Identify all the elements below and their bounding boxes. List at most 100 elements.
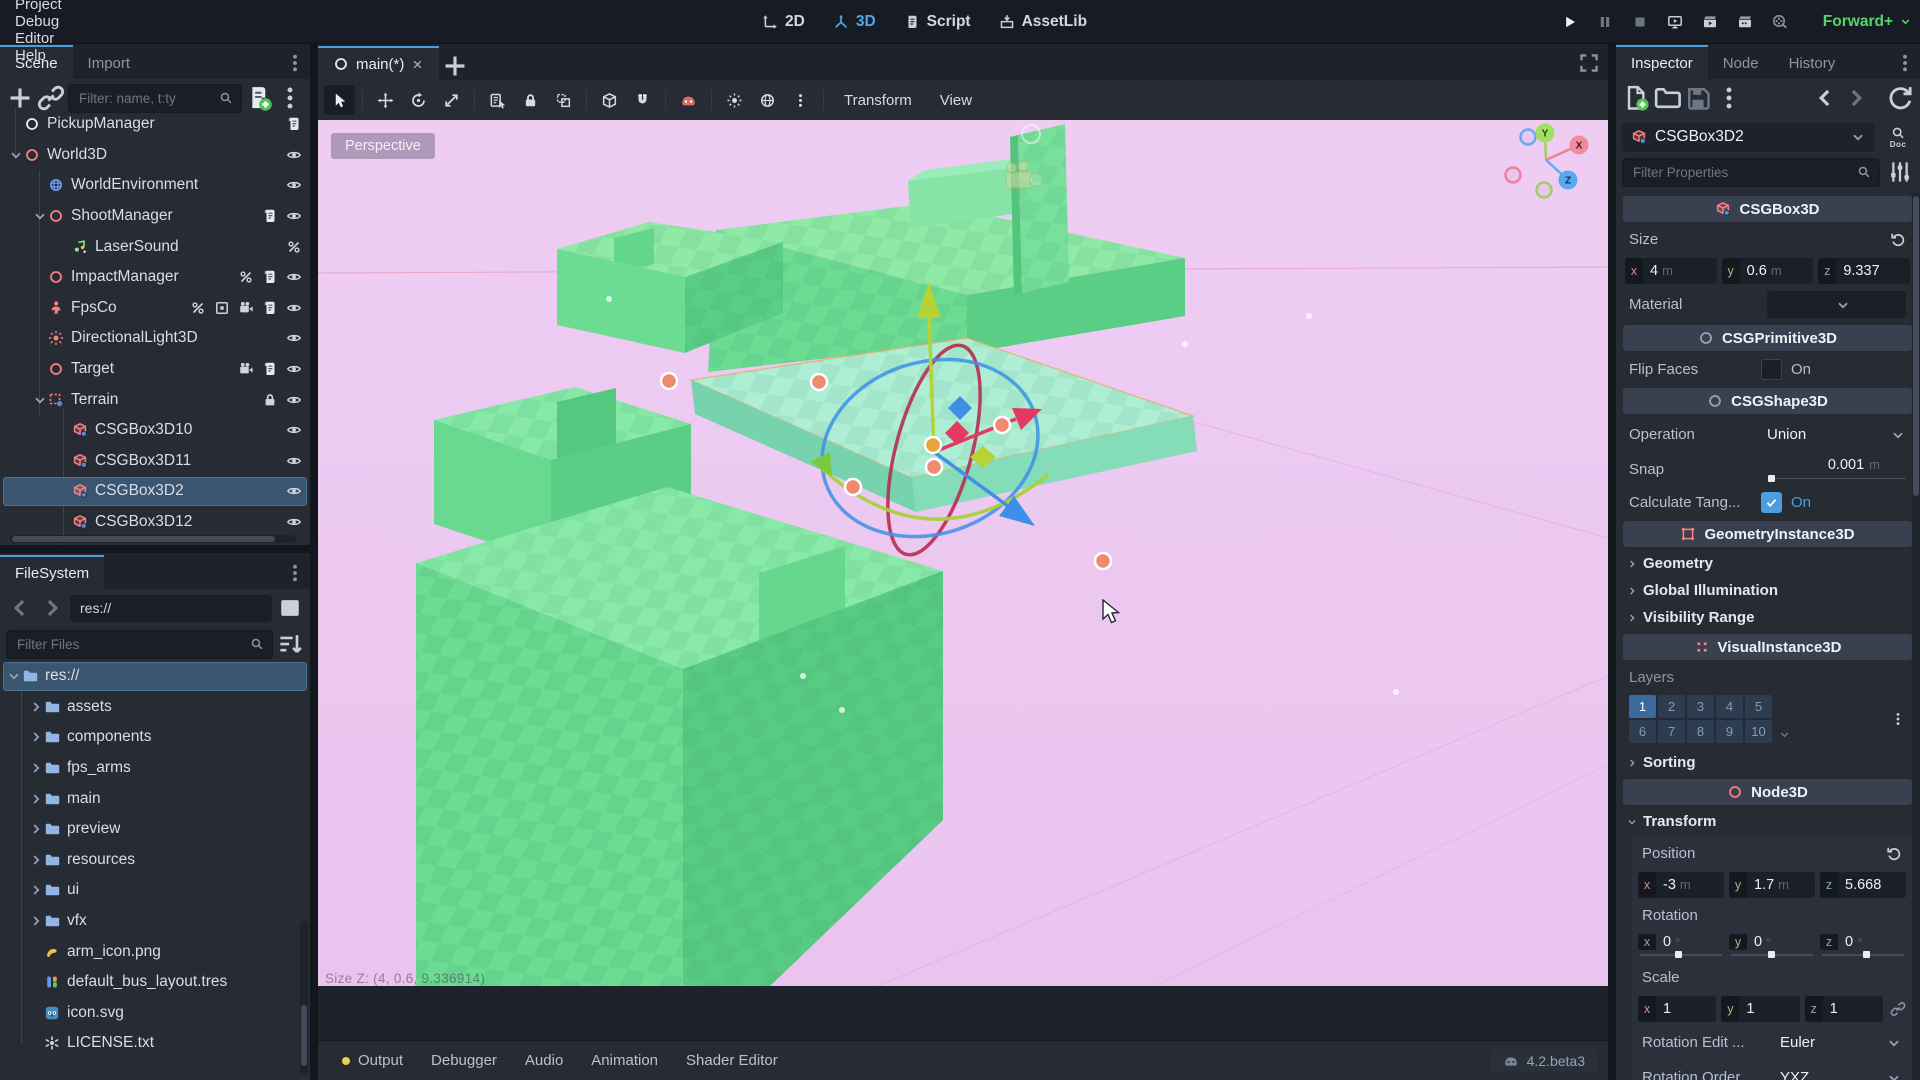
current-path[interactable]: res:// bbox=[70, 594, 272, 622]
scene-node-DirectionalLight3D[interactable]: DirectionalLight3D bbox=[0, 323, 310, 354]
layer-4[interactable]: 4 bbox=[1716, 695, 1743, 718]
tab-history[interactable]: History bbox=[1774, 45, 1851, 79]
script-badge-icon[interactable] bbox=[262, 300, 278, 316]
script-badge-icon[interactable] bbox=[262, 361, 278, 377]
file-item-res[interactable]: res:// bbox=[0, 661, 310, 692]
close-icon[interactable] bbox=[411, 58, 424, 71]
rotate-tool[interactable] bbox=[403, 85, 434, 115]
snap-toggle[interactable] bbox=[627, 85, 658, 115]
scene-node-Terrain[interactable]: Terrain bbox=[0, 384, 310, 415]
menu-project[interactable]: Project bbox=[0, 0, 77, 13]
pause-button[interactable] bbox=[1591, 8, 1618, 35]
field-z[interactable]: z1 bbox=[1804, 995, 1883, 1022]
file-item-preview[interactable]: preview bbox=[0, 814, 310, 845]
eye-badge-icon[interactable] bbox=[286, 330, 302, 346]
viewport-menu-view[interactable]: View bbox=[927, 92, 985, 109]
script-badge-icon[interactable] bbox=[262, 269, 278, 285]
workspace-3d[interactable]: 3D bbox=[823, 8, 886, 36]
open-docs-button[interactable]: Doc bbox=[1882, 126, 1914, 149]
group-global-illumination[interactable]: Global Illumination bbox=[1623, 577, 1912, 604]
eye-badge-icon[interactable] bbox=[286, 392, 302, 408]
field-z[interactable]: z 0 ° bbox=[1820, 934, 1906, 959]
movie-maker-button[interactable] bbox=[1766, 8, 1793, 35]
layer-8[interactable]: 8 bbox=[1687, 720, 1714, 743]
inspector-filter-input[interactable] bbox=[1631, 163, 1851, 181]
preview-sun[interactable] bbox=[719, 85, 750, 115]
projection-menu[interactable]: Perspective bbox=[331, 133, 435, 159]
file-item-vfx[interactable]: vfx bbox=[0, 906, 310, 937]
menu-help[interactable]: Help bbox=[0, 47, 77, 64]
bottom-tab-shader-editor[interactable]: Shader Editor bbox=[672, 1052, 792, 1069]
collapse-icon[interactable] bbox=[6, 668, 22, 684]
file-item-components[interactable]: components bbox=[0, 722, 310, 753]
renderer-select[interactable]: Forward+ bbox=[1823, 0, 1912, 43]
revert-icon[interactable] bbox=[1890, 232, 1906, 248]
preview-environment[interactable] bbox=[752, 85, 783, 115]
group-tool[interactable] bbox=[548, 85, 579, 115]
play-button[interactable] bbox=[1556, 8, 1583, 35]
eye-badge-icon[interactable] bbox=[286, 147, 302, 163]
group-visibility-range[interactable]: Visibility Range bbox=[1623, 604, 1912, 631]
expand-icon[interactable] bbox=[28, 821, 44, 837]
bottom-tab-output[interactable]: Output bbox=[328, 1052, 417, 1069]
eye-badge-icon[interactable] bbox=[286, 208, 302, 224]
percent-badge-icon[interactable] bbox=[190, 300, 206, 316]
scene-node-FpsCo[interactable]: FpsCo bbox=[0, 293, 310, 324]
edit-forward-icon[interactable] bbox=[1842, 84, 1870, 112]
play-scene-button[interactable] bbox=[1696, 8, 1723, 35]
local-space-toggle[interactable] bbox=[594, 85, 625, 115]
dropdown-rotation-edit-[interactable]: Euler bbox=[1780, 1029, 1902, 1056]
scene-node-PickupManager[interactable]: PickupManager bbox=[0, 109, 310, 140]
link-scale-icon[interactable] bbox=[1890, 1001, 1906, 1017]
checkbox[interactable] bbox=[1761, 359, 1782, 380]
layers-options-icon[interactable] bbox=[1890, 711, 1906, 727]
eye-badge-icon[interactable] bbox=[286, 361, 302, 377]
new-resource-icon[interactable] bbox=[1622, 84, 1650, 112]
instance-badge-icon[interactable] bbox=[214, 300, 230, 316]
scene-tree-hscrollbar[interactable] bbox=[10, 535, 296, 543]
expand-icon[interactable] bbox=[28, 852, 44, 868]
file-item-resources[interactable]: resources bbox=[0, 845, 310, 876]
property-tools-icon[interactable] bbox=[1886, 158, 1914, 186]
field-x[interactable]: x 0 ° bbox=[1638, 934, 1724, 959]
resource-options-icon[interactable] bbox=[1715, 84, 1743, 112]
layer-6[interactable]: 6 bbox=[1629, 720, 1656, 743]
tab-main-scene[interactable]: main(*) bbox=[318, 46, 440, 80]
inspector-vscrollbar[interactable] bbox=[1912, 193, 1920, 1080]
group-transform[interactable]: Transform bbox=[1623, 808, 1912, 835]
eye-badge-icon[interactable] bbox=[286, 177, 302, 193]
camera-badge-icon[interactable] bbox=[238, 361, 254, 377]
layer-5[interactable]: 5 bbox=[1745, 695, 1772, 718]
edit-back-icon[interactable] bbox=[1811, 84, 1839, 112]
workspace-script[interactable]: Script bbox=[894, 8, 981, 36]
bottom-tab-animation[interactable]: Animation bbox=[577, 1052, 672, 1069]
filesystem-vscrollbar[interactable] bbox=[300, 921, 308, 1074]
revert-icon[interactable] bbox=[1886, 846, 1902, 862]
dropdown-operation[interactable]: Union bbox=[1767, 421, 1906, 448]
camera-override[interactable] bbox=[673, 85, 704, 115]
instance-scene-button[interactable] bbox=[37, 84, 65, 112]
dock-options-icon[interactable] bbox=[284, 562, 306, 584]
history-forward-icon[interactable] bbox=[38, 594, 66, 622]
attach-script-button[interactable] bbox=[245, 84, 273, 112]
eye-badge-icon[interactable] bbox=[286, 300, 302, 316]
expand-viewport-icon[interactable] bbox=[1578, 52, 1600, 74]
file-item-LICENSE.txt[interactable]: LICENSE.txt bbox=[0, 1028, 310, 1059]
menu-debug[interactable]: Debug bbox=[0, 13, 77, 30]
scene-tree-options-button[interactable] bbox=[276, 84, 304, 112]
scene-node-CSGBox3D10[interactable]: CSGBox3D10 bbox=[0, 415, 310, 446]
field-x[interactable]: x1 bbox=[1638, 995, 1717, 1022]
field-x[interactable]: x4m bbox=[1625, 257, 1717, 284]
file-item-main[interactable]: main bbox=[0, 783, 310, 814]
layer-2[interactable]: 2 bbox=[1658, 695, 1685, 718]
eye-badge-icon[interactable] bbox=[286, 453, 302, 469]
file-item-assets[interactable]: assets bbox=[0, 692, 310, 723]
snap-editor[interactable]: 0.001 m bbox=[1767, 457, 1906, 482]
stop-button[interactable] bbox=[1626, 8, 1653, 35]
field-z[interactable]: z 9.337 bbox=[1818, 257, 1911, 284]
camera-badge-icon[interactable] bbox=[238, 300, 254, 316]
dropdown-rotation-order[interactable]: YXZ bbox=[1780, 1064, 1902, 1080]
field-x[interactable]: x -3 m bbox=[1638, 871, 1724, 898]
scene-node-LaserSound[interactable]: LaserSound bbox=[0, 231, 310, 262]
bottom-tab-audio[interactable]: Audio bbox=[511, 1052, 577, 1069]
